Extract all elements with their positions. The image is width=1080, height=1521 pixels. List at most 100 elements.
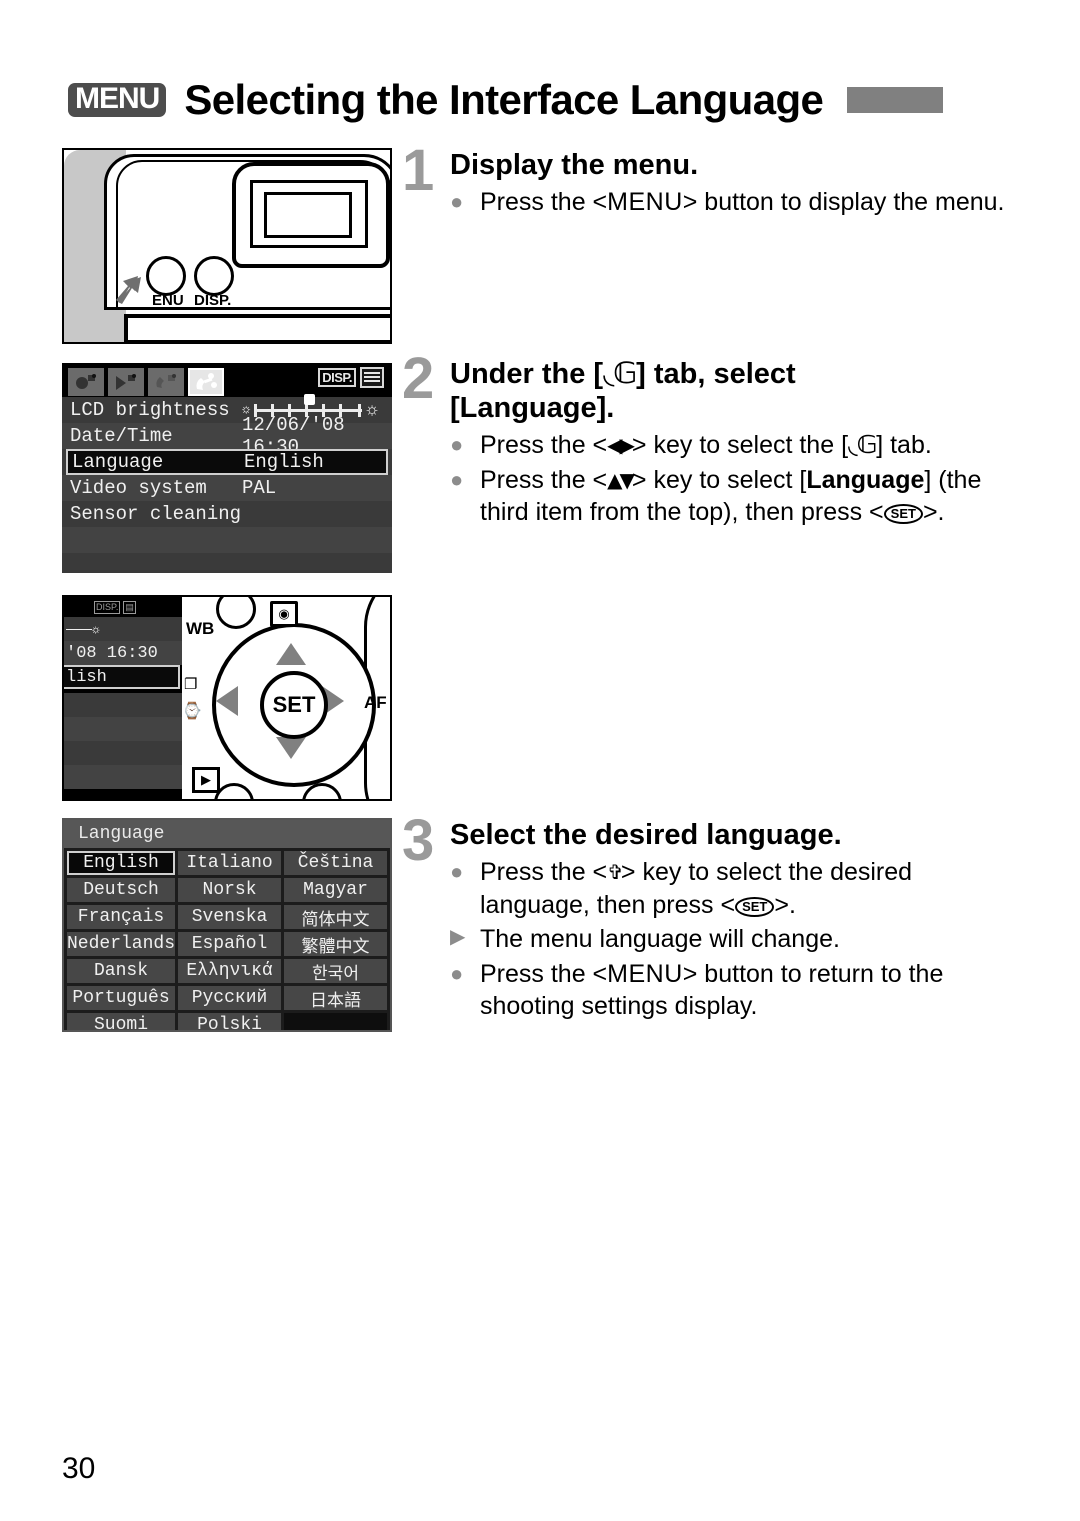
arrow-down-icon <box>276 737 306 759</box>
disp-label: DISP. <box>318 368 356 387</box>
mini-row-date: '08 16:30 <box>64 641 182 665</box>
step-bullets: ● Press the <MENU> button to display the… <box>450 186 1008 219</box>
menu-row-empty <box>62 527 392 553</box>
step-bullets: ● Press the <◀▶> key to select the [◟𝔾] … <box>450 429 1008 529</box>
language-cell-traditional-chinese[interactable]: 繁體中文 <box>284 932 387 957</box>
menu-row-value: PAL <box>242 477 277 499</box>
language-cell-dansk[interactable]: Dansk <box>67 959 176 983</box>
bullet-text: Press the <▲▼> key to select [Language] … <box>480 465 982 527</box>
power-knob <box>216 597 256 629</box>
viewfinder-window <box>264 192 352 238</box>
step-3: 3 Select the desired language. ● Press t… <box>402 812 1008 1025</box>
mini-row-brightness: ⎯⎯⎯⎯☼ <box>64 617 182 641</box>
setup1-tab-icon[interactable] <box>148 367 184 396</box>
playback-tab-icon[interactable] <box>108 367 144 396</box>
page-title: Selecting the Interface Language <box>184 76 824 123</box>
menu-key-glyph: MENU <box>607 959 683 988</box>
language-cell-empty <box>284 1013 387 1030</box>
language-cell-portugues[interactable]: Português <box>67 986 176 1010</box>
menu-row-label: Sensor cleaning <box>70 503 242 525</box>
af-label: AF <box>364 693 387 712</box>
white-balance-label: WB <box>186 619 215 638</box>
up-down-arrows-icon: ▲▼ <box>607 467 635 492</box>
menu-row-sensor-cleaning[interactable]: Sensor cleaning <box>62 501 392 527</box>
arrow-left-icon <box>216 686 238 716</box>
language-cell-italiano[interactable]: Italiano <box>178 851 282 875</box>
set-key-glyph: SET <box>735 896 775 917</box>
language-cell-espanol[interactable]: Español <box>178 932 282 956</box>
lower-left-knob <box>214 783 254 799</box>
menu-row-label: Video system <box>70 477 207 499</box>
mini-lcd-crop: DISP. ▤ ⎯⎯⎯⎯☼ '08 16:30 lish <box>64 597 182 799</box>
language-cell-cestina[interactable]: Čeština <box>284 851 387 875</box>
bullet-item: ● Press the <MENU> button to display the… <box>450 186 1008 219</box>
bullet-text: Press the <MENU> button to return to the… <box>480 959 944 1021</box>
bullet-text: Press the <MENU> button to display the m… <box>480 188 1005 217</box>
page-number: 30 <box>62 1452 96 1485</box>
set-button[interactable]: SET <box>260 671 328 739</box>
disp-info-icon <box>360 367 384 388</box>
metering-mode-icon: ◉ <box>270 601 298 627</box>
bullet-dot-icon: ● <box>450 189 464 215</box>
step-bullets: ● Press the <✞> key to select the desire… <box>450 856 1008 1023</box>
four-way-arrows-icon: ✞ <box>607 860 624 885</box>
page-header: MENU Selecting the Interface Language <box>68 72 1008 128</box>
menu-row-value: English <box>244 451 324 473</box>
language-cell-suomi[interactable]: Suomi <box>67 1013 176 1030</box>
setup-tab-icon: ◟𝔾 <box>603 356 637 390</box>
shooting-tab-icon[interactable] <box>68 367 104 396</box>
left-right-arrows-icon: ◀▶ <box>607 433 635 458</box>
figure-camera-back: ENU DISP. <box>62 148 392 344</box>
menu-row-date-time[interactable]: Date/Time 12/06/'08 16:30 <box>62 414 392 458</box>
language-cell-norsk[interactable]: Norsk <box>178 878 282 902</box>
brightness-knob <box>304 393 316 405</box>
bullet-item: ▶ The menu language will change. <box>450 923 1008 956</box>
disp-indicator-group: DISP. <box>318 367 384 388</box>
menu-row-language[interactable]: Language English <box>66 449 388 475</box>
setup2-tab-icon[interactable] <box>188 367 224 396</box>
language-cell-korean[interactable]: 한국어 <box>284 959 387 984</box>
language-cell-nederlands[interactable]: Nederlands <box>67 932 176 956</box>
language-cell-magyar[interactable]: Magyar <box>284 878 387 902</box>
bullet-dot-icon: ● <box>450 960 464 986</box>
bullet-item: ● Press the <◀▶> key to select the [◟𝔾] … <box>450 429 1008 462</box>
bullet-text: Press the <✞> key to select the desired … <box>480 858 913 919</box>
menu-badge: MENU <box>68 83 167 117</box>
disp-button-circle <box>194 256 234 296</box>
menu-key-glyph: MENU <box>607 188 683 217</box>
drive-mode-icon: ❐ <box>184 676 198 693</box>
menu-tab-bar: DISP. <box>62 363 392 397</box>
menu-row-list: LCD brightness ☼ ☼ Date/Time 12/06/'08 1… <box>62 393 392 573</box>
language-cell-deutsch[interactable]: Deutsch <box>67 878 176 902</box>
language-cell-russian[interactable]: Русский <box>178 986 282 1010</box>
mini-disp-indicator: DISP. ▤ <box>94 601 136 614</box>
bullet-triangle-icon: ▶ <box>450 926 466 949</box>
step-number: 2 <box>402 346 435 411</box>
language-cell-japanese[interactable]: 日本語 <box>284 986 387 1011</box>
step-1: 1 Display the menu. ● Press the <MENU> b… <box>402 142 1008 221</box>
arrow-up-icon <box>276 643 306 665</box>
bullet-dot-icon: ● <box>450 859 464 885</box>
language-cell-simplified-chinese[interactable]: 简体中文 <box>284 905 387 930</box>
language-cell-english[interactable]: English <box>67 851 176 875</box>
camera-disp-button-label: DISP. <box>194 292 232 309</box>
menu-row-video-system[interactable]: Video system PAL <box>62 475 392 501</box>
step-number: 1 <box>402 138 435 203</box>
language-cell-greek[interactable]: Ελληνικά <box>178 959 282 983</box>
step-heading: Select the desired language. <box>450 819 842 851</box>
menu-row-empty <box>62 553 392 573</box>
figure-language-screen: Language English Italiano Čeština Deutsc… <box>62 818 392 1032</box>
menu-row-label: Language <box>72 451 164 473</box>
language-cell-francais[interactable]: Français <box>67 905 176 929</box>
camera-menu-button-label: ENU <box>152 292 184 309</box>
bullet-item: ● Press the <✞> key to select the desire… <box>450 856 1008 921</box>
language-grid: English Italiano Čeština Deutsch Norsk M… <box>64 848 390 1030</box>
self-timer-icon: ⌚ <box>182 703 202 720</box>
language-cell-svenska[interactable]: Svenska <box>178 905 282 929</box>
setup-tab-icon: ◟𝔾 <box>848 430 877 460</box>
language-cell-polski[interactable]: Polski <box>178 1013 282 1030</box>
camera-lcd-top-edge <box>124 314 390 342</box>
figure-setup-menu-screen: DISP. LCD brightness ☼ ☼ Date/Time 12/06… <box>62 363 392 573</box>
mini-row-language: lish <box>64 665 180 689</box>
bullet-item: ● Press the <▲▼> key to select [Language… <box>450 464 1008 529</box>
